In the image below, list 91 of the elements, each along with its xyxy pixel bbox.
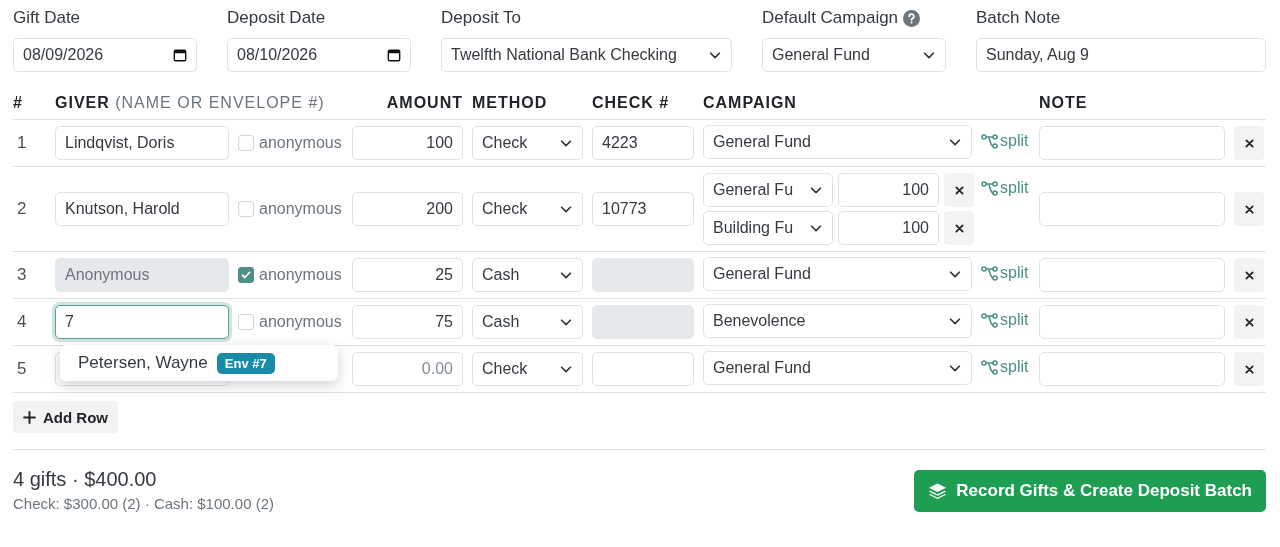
- check-number-field[interactable]: [592, 352, 694, 386]
- amount-field[interactable]: 200: [352, 192, 463, 226]
- row-number: 2: [16, 199, 28, 219]
- checkbox-label: anonymous: [259, 200, 342, 218]
- note-field[interactable]: [1039, 126, 1225, 160]
- check-number-field[interactable]: 4223: [592, 126, 694, 160]
- campaign-select[interactable]: Benevolence: [703, 304, 972, 338]
- split-icon: [981, 180, 998, 196]
- column-header: AMOUNT: [385, 94, 463, 112]
- delete-row-button[interactable]: [1234, 258, 1264, 292]
- split-amount-field[interactable]: 100: [838, 173, 939, 207]
- campaign-select[interactable]: General Fund: [703, 125, 972, 159]
- campaign-select[interactable]: Building Fu: [703, 211, 833, 245]
- close-icon: [1244, 317, 1254, 327]
- split-link[interactable]: split: [981, 311, 1030, 329]
- row-number: 3: [16, 265, 28, 285]
- method-select[interactable]: Cash: [472, 258, 583, 292]
- column-header: NOTE: [1039, 94, 1089, 112]
- column-header: METHOD: [472, 94, 549, 112]
- checkbox-label: anonymous: [259, 134, 342, 152]
- checkbox-label: anonymous: [259, 266, 342, 284]
- calendar-icon: [173, 48, 187, 62]
- method-select[interactable]: Check: [472, 126, 583, 160]
- field-label: Batch Note: [976, 8, 1061, 28]
- calendar-icon: [387, 48, 401, 62]
- giver-field[interactable]: Knutson, Harold: [55, 192, 229, 226]
- giver-field[interactable]: Lindqvist, Doris: [55, 126, 229, 160]
- amount-field[interactable]: 25: [352, 258, 463, 292]
- date-field[interactable]: 08/10/2026: [227, 38, 411, 72]
- campaign-select[interactable]: General Fund: [703, 257, 972, 291]
- envelope-badge: Env #7: [216, 352, 275, 374]
- summary-breakdown: Check: $300.00 (2) · Cash: $100.00 (2): [13, 495, 274, 512]
- split-icon: [981, 359, 998, 375]
- split-amount-field[interactable]: 100: [838, 211, 939, 245]
- delete-row-button[interactable]: [1234, 192, 1264, 226]
- select-field[interactable]: Twelfth National Bank Checking: [441, 38, 732, 72]
- campaign-select[interactable]: General Fu: [703, 173, 833, 207]
- note-field[interactable]: [1039, 305, 1225, 339]
- column-header: CAMPAIGN: [703, 94, 798, 112]
- split-link[interactable]: split: [981, 179, 1030, 197]
- date-field[interactable]: 08/09/2026: [13, 38, 197, 72]
- row-number: 4: [16, 312, 28, 332]
- plus-icon: [23, 410, 36, 424]
- campaign-select[interactable]: General Fund: [703, 351, 972, 385]
- delete-row-button[interactable]: [1234, 305, 1264, 339]
- note-field[interactable]: [1039, 258, 1225, 292]
- field-label: Deposit To: [441, 8, 521, 28]
- remove-split-button[interactable]: [944, 211, 974, 245]
- layers-icon: [928, 482, 948, 500]
- method-select[interactable]: Check: [472, 352, 583, 386]
- amount-field[interactable]: 75: [352, 305, 463, 339]
- row-number: 1: [16, 133, 28, 153]
- checkbox-label: anonymous: [259, 313, 342, 331]
- split-icon: [981, 312, 998, 328]
- note-field[interactable]: [1039, 352, 1225, 386]
- add-row-button[interactable]: Add Row: [13, 401, 118, 433]
- anonymous-checkbox[interactable]: [238, 267, 254, 283]
- field-label: Gift Date: [13, 8, 81, 28]
- delete-row-button[interactable]: [1234, 352, 1264, 386]
- text-field[interactable]: Sunday, Aug 9: [976, 38, 1266, 72]
- method-select[interactable]: Cash: [472, 305, 583, 339]
- column-header: #: [13, 94, 24, 112]
- split-link[interactable]: split: [981, 264, 1030, 282]
- split-link[interactable]: split: [981, 132, 1030, 150]
- close-icon: [954, 185, 964, 195]
- note-field[interactable]: [1039, 192, 1225, 226]
- close-icon: [1244, 204, 1254, 214]
- column-header: GIVER (NAME OR ENVELOPE #): [55, 94, 326, 112]
- split-icon: [981, 265, 998, 281]
- giver-field[interactable]: 7: [55, 305, 229, 339]
- remove-split-button[interactable]: [944, 173, 974, 207]
- row-number: 5: [16, 359, 28, 379]
- method-select[interactable]: Check: [472, 192, 583, 226]
- field-label: Default Campaign: [762, 8, 899, 28]
- close-icon: [954, 223, 964, 233]
- field-label: Deposit Date: [227, 8, 326, 28]
- column-header: CHECK #: [592, 94, 671, 112]
- summary-total: 4 gifts · $400.00: [13, 468, 158, 491]
- check-number-field[interactable]: 10773: [592, 192, 694, 226]
- split-icon: [981, 133, 998, 149]
- amount-field[interactable]: 100: [352, 126, 463, 160]
- split-link[interactable]: split: [981, 358, 1030, 376]
- help-icon[interactable]: [903, 9, 921, 27]
- close-icon: [1244, 138, 1254, 148]
- close-icon: [1244, 270, 1254, 280]
- amount-field[interactable]: 0.00: [352, 352, 463, 386]
- suggestion-item[interactable]: Petersen, Wayne Env #7: [60, 351, 338, 375]
- delete-row-button[interactable]: [1234, 126, 1264, 160]
- close-icon: [1244, 364, 1254, 374]
- check-icon: [241, 270, 251, 280]
- select-field[interactable]: General Fund: [762, 38, 946, 72]
